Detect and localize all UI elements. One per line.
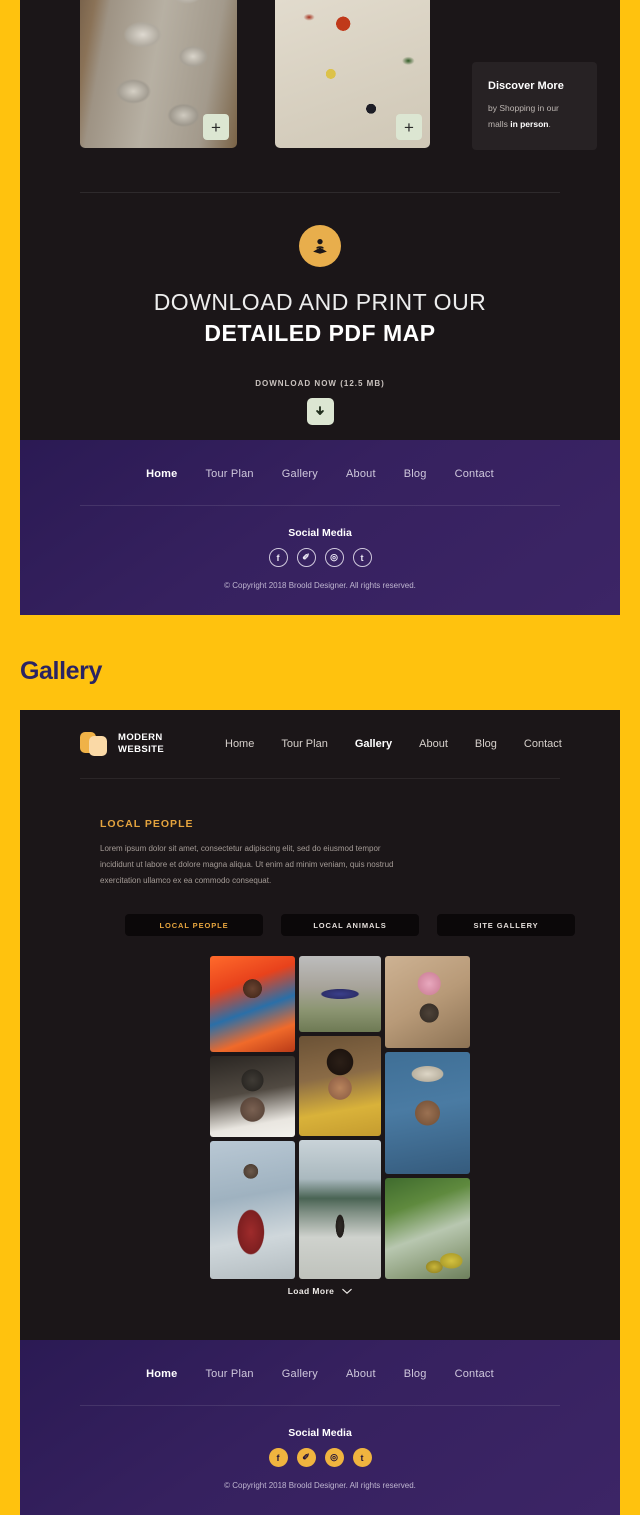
nav-item-contact[interactable]: Contact	[524, 738, 562, 750]
facebook-icon[interactable]: f	[268, 548, 288, 567]
filter-local-people[interactable]: LOCAL PEOPLE	[125, 914, 263, 936]
footer-bottom: Home Tour Plan Gallery About Blog Contac…	[20, 1340, 620, 1515]
intro-block: LOCAL PEOPLE Lorem ipsum dolor sit amet,…	[100, 818, 400, 889]
discover-more-card[interactable]: Discover More by Shopping in our malls i…	[472, 62, 597, 150]
instagram-icon[interactable]: ◎	[324, 1448, 344, 1467]
photo-crowd-aerial[interactable]	[299, 956, 381, 1032]
header-divider	[80, 778, 560, 779]
photo-boy-pink-headscarf[interactable]	[385, 956, 470, 1048]
footer-bottom-nav: Home Tour Plan Gallery About Blog Contac…	[20, 1340, 620, 1380]
twitter-icon[interactable]: ✐	[296, 548, 316, 567]
load-more-button[interactable]: Load More	[20, 1282, 620, 1300]
footer-bottom-nav-contact[interactable]: Contact	[455, 1368, 494, 1380]
intro-title: LOCAL PEOPLE	[100, 818, 194, 830]
footer-top-nav-contact[interactable]: Contact	[455, 468, 494, 480]
footer-bottom-nav-gallery[interactable]: Gallery	[282, 1368, 318, 1380]
gallery-grid	[210, 956, 472, 1279]
main-nav: Home Tour Plan Gallery About Blog Contac…	[225, 738, 562, 750]
filter-site-gallery[interactable]: SITE GALLERY	[437, 914, 575, 936]
footer-top-social-row: f ✐ ◎ t	[20, 548, 620, 567]
footer-top-nav-blog[interactable]: Blog	[404, 468, 427, 480]
footer-bottom-copyright: © Copyright 2018 Broold Designer. All ri…	[224, 1481, 416, 1490]
nav-item-home[interactable]: Home	[225, 738, 254, 750]
discover-more-body: by Shopping in our malls in person.	[488, 101, 581, 132]
spices-photo-card[interactable]: +	[275, 0, 430, 148]
tumblr-icon[interactable]: t	[352, 548, 372, 567]
shells-expand-icon[interactable]: +	[203, 114, 229, 140]
pdf-headline-line1: DOWNLOAD AND PRINT OUR	[153, 289, 487, 315]
site-header: MODERN WEBSITE Home Tour Plan Gallery Ab…	[20, 710, 620, 778]
nav-item-about[interactable]: About	[419, 738, 448, 750]
footer-bottom-nav-blog[interactable]: Blog	[404, 1368, 427, 1380]
footer-top-nav-home[interactable]: Home	[146, 468, 177, 480]
gallery-column-3	[385, 956, 470, 1279]
pdf-headline-line2: DETAILED PDF MAP	[204, 320, 436, 346]
section-divider	[80, 192, 560, 193]
pdf-map-block: DOWNLOAD AND PRINT OUR DETAILED PDF MAP …	[20, 225, 620, 425]
footer-top-copyright: © Copyright 2018 Broold Designer. All ri…	[224, 581, 416, 590]
photo-woman-red-robe[interactable]	[210, 1141, 295, 1279]
footer-top-nav-about[interactable]: About	[346, 468, 376, 480]
logo-text-line1: MODERN	[118, 732, 163, 744]
photo-young-boy-yellow[interactable]	[299, 1036, 381, 1136]
page-title: Gallery	[20, 657, 102, 685]
discover-more-body-bold: in person	[510, 118, 549, 129]
stacked-squares-icon	[80, 731, 109, 757]
gallery-column-2	[299, 956, 381, 1279]
footer-top-rule	[80, 505, 560, 506]
footer-bottom-social-title: Social Media	[288, 1427, 352, 1439]
logo-text-line2: WEBSITE	[118, 744, 165, 755]
nav-item-blog[interactable]: Blog	[475, 738, 497, 750]
footer-top-nav: Home Tour Plan Gallery About Blog Contac…	[20, 440, 620, 480]
twitter-icon[interactable]: ✐	[296, 1448, 316, 1467]
map-person-icon	[299, 225, 341, 267]
instagram-icon[interactable]: ◎	[324, 548, 344, 567]
footer-bottom-rule	[80, 1405, 560, 1406]
chevron-down-icon	[342, 1282, 353, 1300]
footer-top-nav-tour-plan[interactable]: Tour Plan	[205, 468, 253, 480]
load-more-label: Load More	[287, 1286, 335, 1296]
footer-bottom-social-row: f ✐ ◎ t	[20, 1448, 620, 1467]
footer-top: Home Tour Plan Gallery About Blog Contac…	[20, 440, 620, 615]
photo-old-man-white-shirt[interactable]	[210, 1056, 295, 1137]
photo-woman-orange-headscarf[interactable]	[210, 956, 295, 1052]
nav-item-gallery[interactable]: Gallery	[355, 738, 392, 750]
discover-more-body-suffix: .	[548, 118, 551, 129]
discover-more-title: Discover More	[488, 80, 564, 92]
filter-local-animals[interactable]: LOCAL ANIMALS	[281, 914, 419, 936]
footer-bottom-nav-home[interactable]: Home	[146, 1368, 177, 1380]
footer-bottom-nav-tour-plan[interactable]: Tour Plan	[205, 1368, 253, 1380]
logo[interactable]: MODERN WEBSITE	[80, 731, 164, 757]
tumblr-icon[interactable]: t	[352, 1448, 372, 1467]
photo-beach-walker[interactable]	[299, 1140, 381, 1279]
nav-item-tour-plan[interactable]: Tour Plan	[281, 738, 327, 750]
facebook-icon[interactable]: f	[268, 1448, 288, 1467]
intro-body: Lorem ipsum dolor sit amet, consectetur …	[100, 844, 394, 885]
logo-text: MODERN WEBSITE	[118, 732, 164, 755]
gallery-filter-tabs: LOCAL PEOPLE LOCAL ANIMALS SITE GALLERY	[125, 914, 575, 936]
footer-bottom-nav-about[interactable]: About	[346, 1368, 376, 1380]
photo-market-fruit[interactable]	[385, 1178, 470, 1279]
footer-top-nav-gallery[interactable]: Gallery	[282, 468, 318, 480]
photo-man-turban-blue[interactable]	[385, 1052, 470, 1174]
download-now-label: DOWNLOAD NOW (12.5 MB)	[255, 379, 385, 388]
gallery-dark-section: MODERN WEBSITE Home Tour Plan Gallery Ab…	[20, 710, 620, 1340]
spices-expand-icon[interactable]: +	[396, 114, 422, 140]
shells-photo-card[interactable]: +	[80, 0, 237, 148]
footer-top-social-title: Social Media	[288, 527, 352, 539]
download-button[interactable]	[306, 398, 334, 425]
gallery-column-1	[210, 956, 295, 1279]
page-root: + + Discover More by Shopping in our mal…	[0, 0, 640, 1515]
